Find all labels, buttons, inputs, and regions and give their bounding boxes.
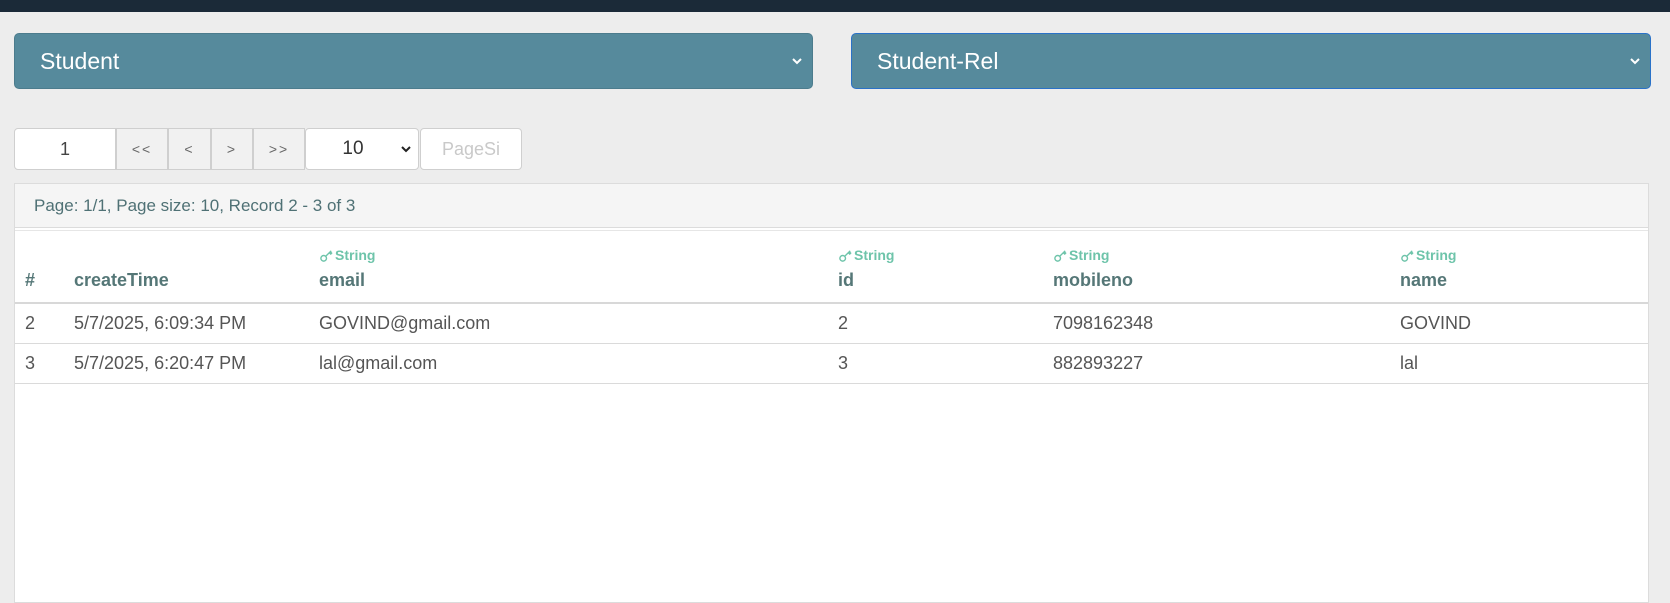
column-header-id[interactable]: id [838,270,854,291]
entity-select[interactable]: Student [14,33,813,89]
page-number-input[interactable]: 1 [14,128,116,170]
table-row[interactable]: 3 5/7/2025, 6:20:47 PM lal@gmail.com 3 8… [15,344,1648,384]
pagination-bar: 1 << < > >> 10 PageSi [14,128,522,170]
prev-page-button[interactable]: < [168,128,211,170]
status-bar: Page: 1/1, Page size: 10, Record 2 - 3 o… [15,184,1648,228]
table-header: # createTime String email String id Stri… [15,231,1648,304]
cell-createtime: 5/7/2025, 6:20:47 PM [74,353,247,373]
relation-select-value: Student-Rel [877,47,999,74]
top-bar [0,0,1670,12]
cell-mobileno: 7098162348 [1053,313,1154,333]
key-icon [1401,249,1414,262]
column-type-mobileno: String [1053,247,1109,263]
cell-email: lal@gmail.com [319,353,438,373]
records-table: # createTime String email String id Stri… [15,230,1648,384]
key-icon [1054,249,1067,262]
status-text: Page: 1/1, Page size: 10, Record 2 - 3 o… [34,195,356,215]
column-header-name[interactable]: name [1400,270,1447,291]
key-icon [839,249,852,262]
cell-index: 3 [25,353,36,373]
page-size-input[interactable]: PageSi [420,128,522,170]
column-header-mobileno[interactable]: mobileno [1053,270,1133,291]
column-header-createtime[interactable]: createTime [74,270,169,291]
chevron-down-icon [792,58,802,65]
cell-id: 2 [838,313,849,333]
cell-mobileno: 882893227 [1053,353,1144,373]
cell-email: GOVIND@gmail.com [319,313,491,333]
first-page-button[interactable]: << [116,128,168,170]
column-type-email: String [319,247,375,263]
page-size-value: 10 [342,138,364,159]
cell-name: lal [1400,353,1419,373]
chevron-down-icon [401,146,411,153]
cell-index: 2 [25,313,36,333]
next-page-button[interactable]: > [211,128,253,170]
column-type-name: String [1400,247,1456,263]
column-header-index[interactable]: # [25,270,35,291]
cell-createtime: 5/7/2025, 6:09:34 PM [74,313,247,333]
key-icon [320,249,333,262]
cell-name: GOVIND [1400,313,1472,333]
page-size-select[interactable]: 10 [305,128,419,170]
last-page-button[interactable]: >> [253,128,305,170]
table-row[interactable]: 2 5/7/2025, 6:09:34 PM GOVIND@gmail.com … [15,304,1648,344]
chevron-down-icon [1630,58,1640,65]
cell-id: 3 [838,353,849,373]
column-type-id: String [838,247,894,263]
records-panel: Page: 1/1, Page size: 10, Record 2 - 3 o… [14,183,1649,603]
column-header-email[interactable]: email [319,270,365,291]
entity-select-value: Student [40,47,120,74]
relation-select[interactable]: Student-Rel [851,33,1651,89]
